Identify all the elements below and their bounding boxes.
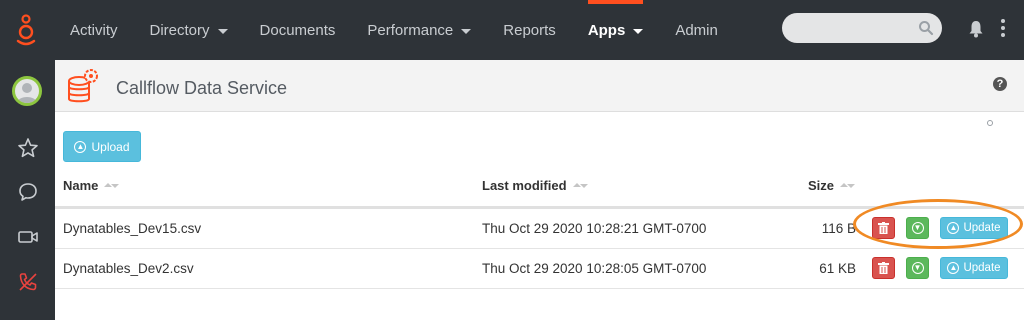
page-header: Callflow Data Service ? <box>55 60 1024 112</box>
star-icon[interactable] <box>17 137 39 159</box>
circle-arrow-down-icon: ▼ <box>911 222 924 234</box>
loading-indicator-icon <box>987 120 993 126</box>
phone-icon[interactable] <box>17 271 39 293</box>
sort-icon <box>840 182 856 190</box>
update-label: Update <box>963 222 1001 234</box>
last-modified: Thu Oct 29 2020 10:28:05 GMT-0700 <box>482 261 707 276</box>
download-button[interactable]: ▼ <box>906 217 929 239</box>
nav-activity[interactable]: Activity <box>54 0 134 60</box>
nav-reports[interactable]: Reports <box>487 0 572 60</box>
video-camera-icon[interactable] <box>17 226 39 248</box>
file-name: Dynatables_Dev15.csv <box>63 221 202 236</box>
column-header-name[interactable]: Name <box>63 178 120 193</box>
header-label: Name <box>63 178 99 193</box>
trash-icon <box>878 222 889 234</box>
header-label: Last modified <box>482 178 567 193</box>
column-header-last-modified[interactable]: Last modified <box>482 178 588 193</box>
file-name: Dynatables_Dev2.csv <box>63 261 194 276</box>
nav-label: Documents <box>259 21 336 39</box>
download-button[interactable]: ▼ <box>906 257 929 279</box>
nav-performance[interactable]: Performance <box>351 0 487 60</box>
database-settings-icon <box>68 69 98 103</box>
sort-icon <box>104 182 120 190</box>
nav-directory[interactable]: Directory <box>134 0 244 60</box>
nav-apps[interactable]: Apps <box>572 0 660 60</box>
header-label: Size <box>808 178 835 193</box>
nav-label: Apps <box>587 21 626 39</box>
avatar[interactable] <box>12 76 42 106</box>
main-nav: Activity Directory Documents Performance… <box>54 0 734 60</box>
search-icon[interactable] <box>918 20 934 36</box>
user-silhouette-icon <box>17 83 37 103</box>
nav-label: Performance <box>367 21 454 39</box>
page-title: Callflow Data Service <box>116 78 288 98</box>
caret-down-icon <box>217 28 228 34</box>
left-sidebar <box>0 60 55 320</box>
table-row: Dynatables_Dev15.csv Thu Oct 29 2020 10:… <box>55 209 1024 249</box>
file-size: 61 KB <box>819 261 856 276</box>
delete-button[interactable] <box>872 257 895 279</box>
update-label: Update <box>963 262 1001 274</box>
more-options-icon[interactable] <box>1000 19 1006 39</box>
circle-arrow-up-icon: ▲ <box>947 262 960 274</box>
chat-icon[interactable] <box>17 181 39 203</box>
table-row: Dynatables_Dev2.csv Thu Oct 29 2020 10:2… <box>55 249 1024 289</box>
nav-documents[interactable]: Documents <box>244 0 352 60</box>
file-size: 116 B <box>821 221 856 236</box>
last-modified: Thu Oct 29 2020 10:28:21 GMT-0700 <box>482 221 707 236</box>
circle-arrow-up-icon: ▲ <box>947 222 960 234</box>
column-header-size[interactable]: Size <box>808 178 856 193</box>
circle-arrow-up-icon: ▲ <box>74 140 87 153</box>
search-input[interactable] <box>782 13 942 43</box>
upload-button[interactable]: ▲ Upload <box>63 131 141 162</box>
genesys-logo-icon[interactable] <box>12 14 40 48</box>
help-icon[interactable]: ? <box>993 77 1007 91</box>
upload-label: Upload <box>91 139 130 154</box>
nav-label: Directory <box>149 21 210 39</box>
sort-icon <box>572 182 588 190</box>
update-button[interactable]: ▲ Update <box>940 217 1008 239</box>
caret-down-icon <box>633 28 644 34</box>
nav-admin[interactable]: Admin <box>659 0 734 60</box>
bell-icon[interactable] <box>968 20 984 38</box>
trash-icon <box>878 262 889 274</box>
circle-arrow-down-icon: ▼ <box>911 262 924 274</box>
nav-label: Admin <box>675 21 718 39</box>
caret-down-icon <box>461 28 472 34</box>
update-button[interactable]: ▲ Update <box>940 257 1008 279</box>
nav-label: Activity <box>70 21 118 39</box>
nav-label: Reports <box>503 21 556 39</box>
top-navigation-bar: Activity Directory Documents Performance… <box>0 0 1024 60</box>
delete-button[interactable] <box>872 217 895 239</box>
